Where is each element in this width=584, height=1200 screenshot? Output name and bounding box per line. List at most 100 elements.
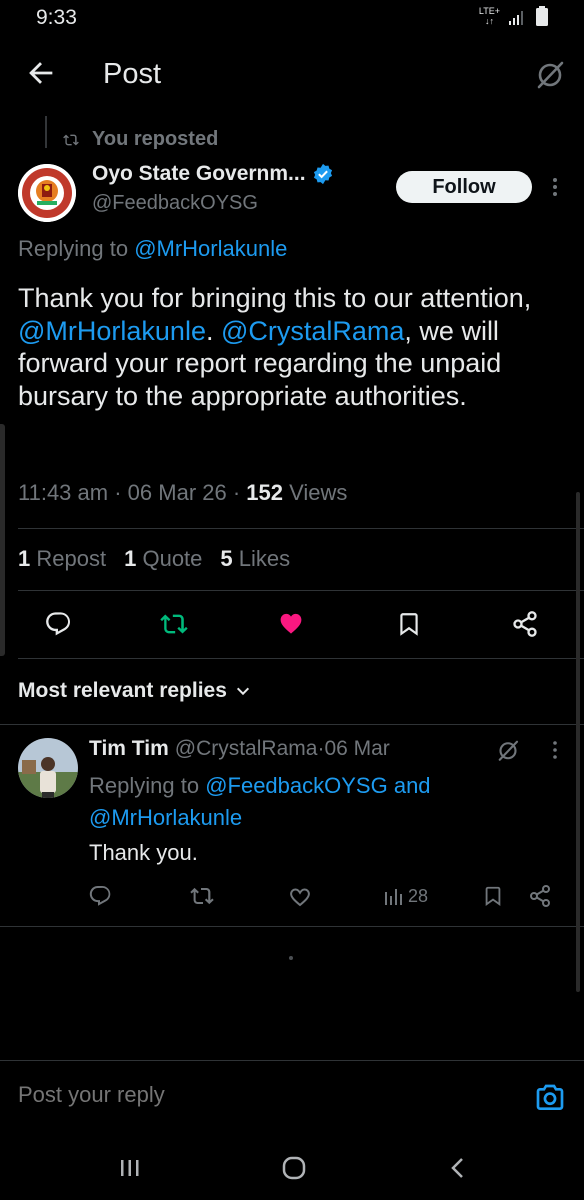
repost-button[interactable] xyxy=(154,604,194,644)
reply-views-button[interactable]: 28 xyxy=(384,880,428,912)
camera-button[interactable] xyxy=(534,1082,566,1114)
recent-apps-button[interactable] xyxy=(110,1152,150,1184)
reply-replying-prefix: Replying to xyxy=(89,773,206,798)
share-button[interactable] xyxy=(505,604,545,644)
bookmark-button[interactable] xyxy=(389,604,429,644)
status-time: 9:33 xyxy=(36,6,77,29)
signal-icon xyxy=(509,11,523,25)
reply-header: Tim Tim @CrystalRama · 06 Mar xyxy=(89,737,390,761)
post-text: Thank you for bringing this to our atten… xyxy=(18,282,558,412)
mention-link-mrhorlakunle[interactable]: @MrHorlakunle xyxy=(18,316,206,346)
quotes-label: Quote xyxy=(142,546,203,571)
scrollbar[interactable] xyxy=(576,492,580,992)
divider xyxy=(0,926,584,927)
reply-date: 06 Mar xyxy=(324,737,390,760)
more-options-button[interactable] xyxy=(548,176,562,198)
home-button[interactable] xyxy=(274,1152,314,1184)
reply-bookmark-button[interactable] xyxy=(482,880,504,912)
author-name-row[interactable]: Oyo State Governm... xyxy=(92,162,334,186)
post-meta: 11:43 am · 06 Mar 26 · 152 Views xyxy=(18,480,347,506)
divider xyxy=(18,590,584,591)
views-label[interactable]: Views xyxy=(283,480,347,505)
replies-sort-dropdown[interactable]: Most relevant replies xyxy=(18,679,251,703)
status-bar: 9:33 LTE+ ↓↑ xyxy=(0,0,584,40)
repost-icon xyxy=(190,887,214,905)
likes-stat[interactable]: 5 Likes xyxy=(220,546,290,572)
bookmark-icon xyxy=(400,613,418,636)
reply-grok-button[interactable] xyxy=(496,738,520,762)
reply-icon xyxy=(46,612,71,636)
replies-sort-label: Most relevant replies xyxy=(18,679,227,702)
post-time: 11:43 am xyxy=(18,480,109,505)
likes-label: Likes xyxy=(238,546,291,571)
reply-avatar[interactable] xyxy=(18,738,78,798)
reply-author-handle[interactable]: @CrystalRama xyxy=(175,737,318,761)
post-text-part-2: . xyxy=(205,315,221,346)
reply-reply-button[interactable] xyxy=(88,880,112,912)
views-count[interactable]: 152 xyxy=(246,480,283,505)
grok-button[interactable] xyxy=(534,58,566,90)
repost-indicator: You reposted xyxy=(62,128,218,151)
follow-button[interactable]: Follow xyxy=(396,171,532,203)
camera-icon xyxy=(536,1084,564,1110)
replying-prefix: Replying to xyxy=(18,236,135,261)
share-icon xyxy=(513,611,537,637)
back-button[interactable] xyxy=(24,56,58,90)
mention-link-crystalrama[interactable]: @CrystalRama xyxy=(221,316,404,346)
chevron-left-icon xyxy=(451,1158,463,1178)
mention-link-feedbackoysg[interactable]: @FeedbackOYSG xyxy=(205,773,388,798)
reply-action-bar: 28 xyxy=(0,880,584,912)
heart-icon xyxy=(290,888,310,907)
reply-meta-sep: · xyxy=(317,737,325,760)
replying-mention-link[interactable]: @MrHorlakunle xyxy=(134,236,287,261)
thread-line xyxy=(45,116,47,148)
repost-label: You reposted xyxy=(92,128,219,150)
reply-share-button[interactable] xyxy=(528,880,552,912)
reply-icon xyxy=(89,886,111,906)
bookmark-icon xyxy=(485,886,501,906)
divider xyxy=(18,658,584,659)
reposts-label: Repost xyxy=(36,546,107,571)
share-icon xyxy=(530,885,550,907)
reply-repost-button[interactable] xyxy=(190,880,214,912)
reply-like-button[interactable] xyxy=(288,880,312,912)
heart-filled-icon xyxy=(280,613,302,634)
recent-apps-icon xyxy=(121,1160,139,1176)
quotes-stat[interactable]: 1 Quote xyxy=(124,546,202,572)
divider xyxy=(0,724,584,725)
arrow-left-icon xyxy=(29,62,53,84)
oyo-seal-logo xyxy=(18,164,76,222)
reply-button[interactable] xyxy=(38,604,78,644)
home-icon xyxy=(282,1156,306,1180)
author-avatar[interactable] xyxy=(18,164,76,222)
reply-text: Thank you. xyxy=(89,840,198,865)
analytics-icon xyxy=(385,889,402,905)
network-indicator: LTE+ ↓↑ xyxy=(479,6,500,26)
reposts-stat[interactable]: 1 Repost xyxy=(18,546,106,572)
reply-views-count: 28 xyxy=(408,885,429,906)
network-label: LTE+ xyxy=(478,6,500,16)
loading-indicator xyxy=(289,956,293,960)
meta-separator: · xyxy=(108,480,128,505)
grok-icon xyxy=(537,61,564,89)
like-button[interactable] xyxy=(271,604,311,644)
author-handle[interactable]: @FeedbackOYSG xyxy=(92,192,258,215)
data-arrows-icon: ↓↑ xyxy=(484,16,494,26)
page-title: Post xyxy=(103,58,162,90)
reply-more-button[interactable] xyxy=(550,740,560,760)
edge-panel-handle[interactable] xyxy=(0,424,5,656)
back-nav-button[interactable] xyxy=(438,1152,478,1184)
author-name[interactable]: Oyo State Governm... xyxy=(92,162,306,186)
post-text-part-1: Thank you for bringing this to our atten… xyxy=(18,283,532,313)
battery-icon xyxy=(536,6,548,26)
repost-icon-active xyxy=(160,614,188,634)
user-photo-avatar xyxy=(18,738,78,798)
status-icons: LTE+ ↓↑ xyxy=(479,6,548,26)
reply-replying-and: and xyxy=(387,773,431,798)
mention-link-mrhorlakunle[interactable]: @MrHorlakunle xyxy=(89,805,242,830)
reply-author-name[interactable]: Tim Tim xyxy=(89,737,169,761)
post-date: 06 Mar 26 xyxy=(127,480,227,505)
reply-input[interactable] xyxy=(18,1082,498,1108)
grok-icon xyxy=(498,740,519,761)
more-vertical-icon xyxy=(553,178,557,196)
